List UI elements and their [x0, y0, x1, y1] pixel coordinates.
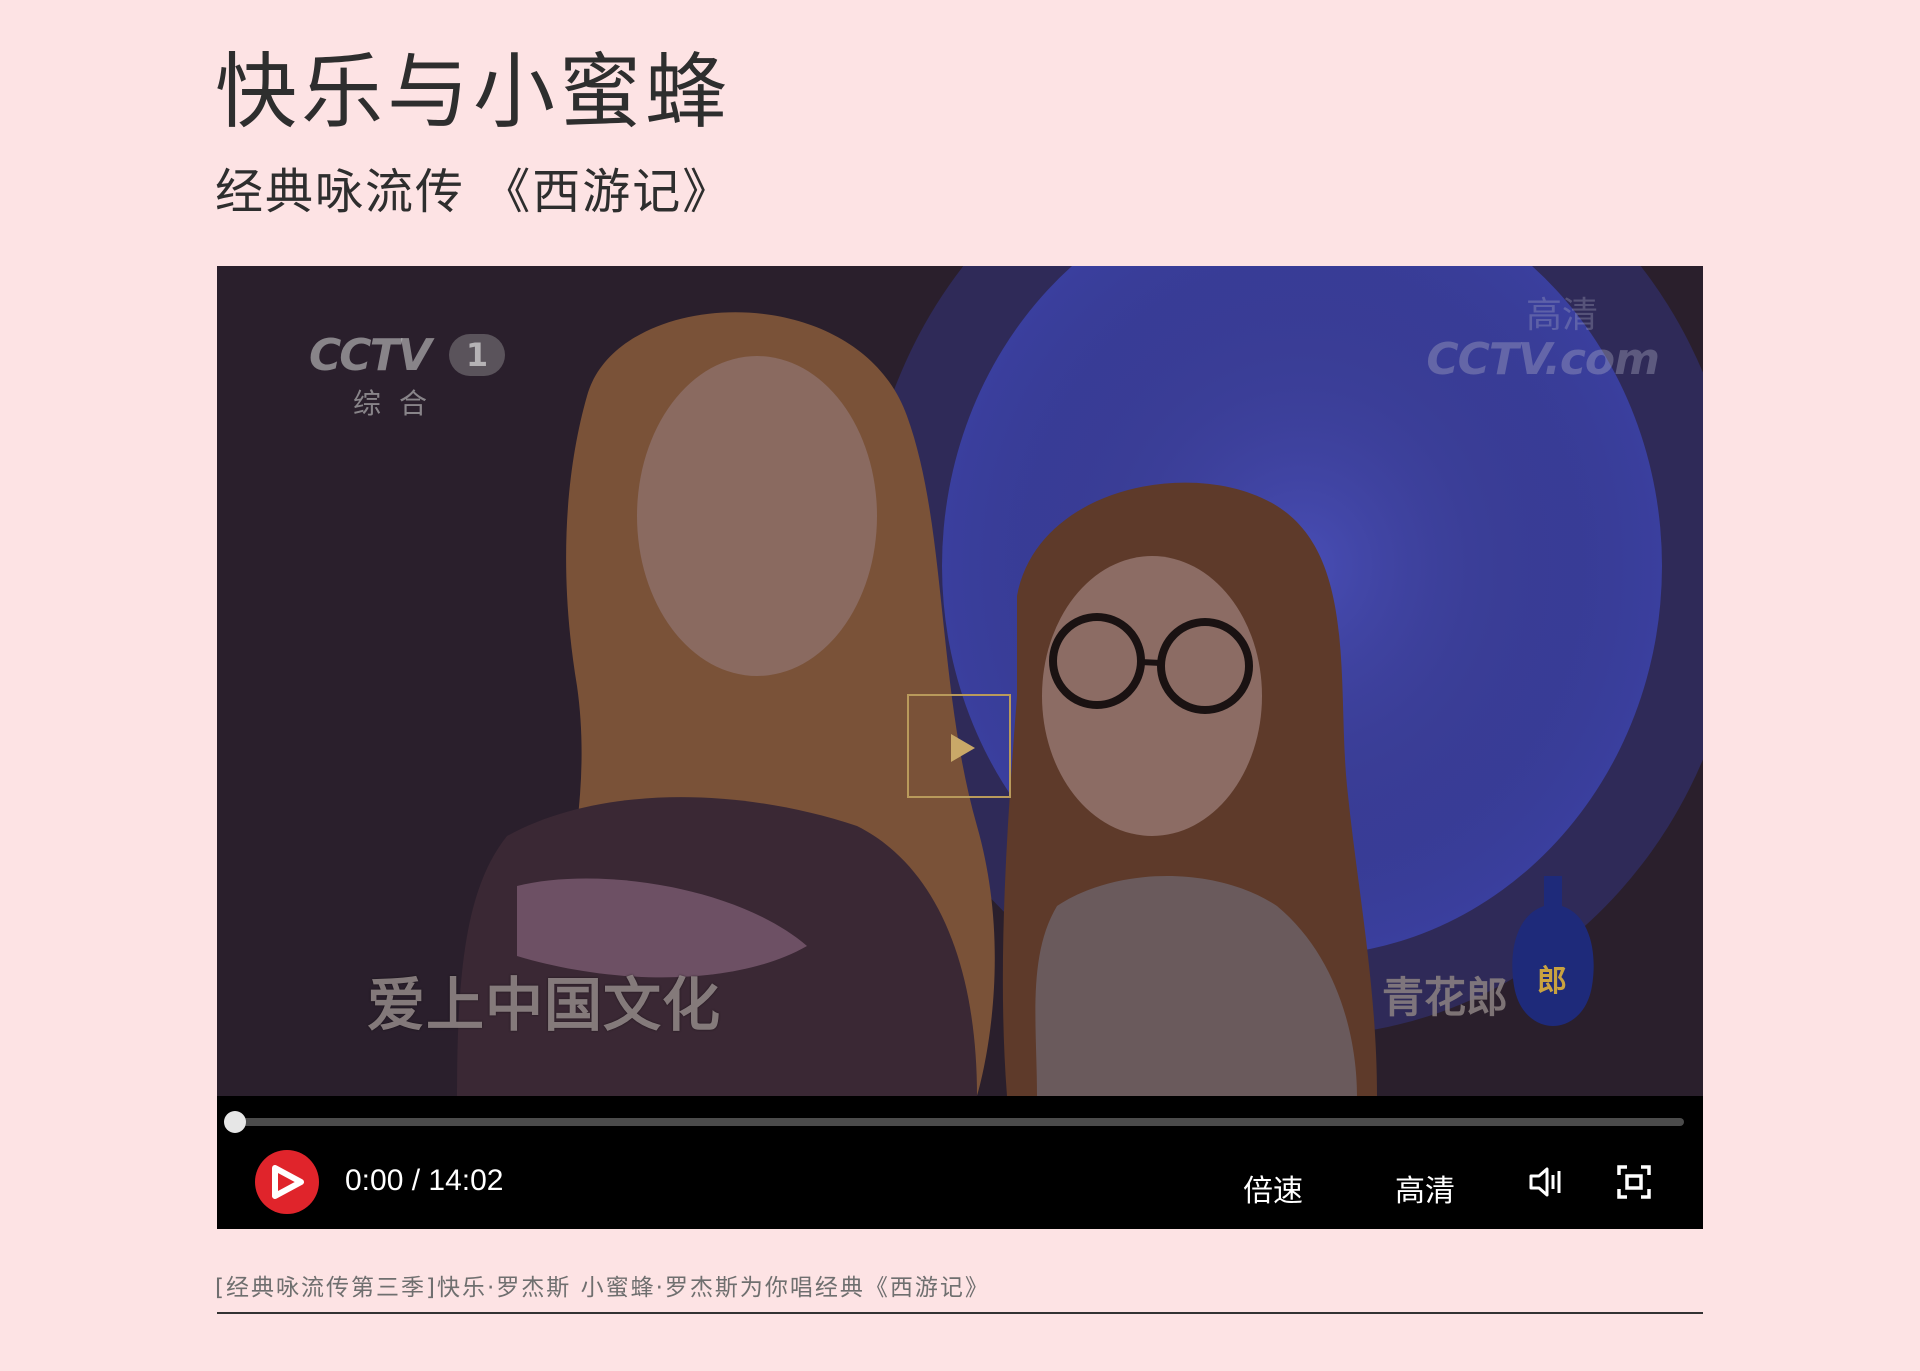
ad-bottle-char: 郎 — [1537, 964, 1567, 999]
time-display: 0:00 / 14:02 — [345, 1164, 504, 1197]
speed-button[interactable]: 倍速 — [1243, 1166, 1303, 1210]
divider — [217, 1312, 1703, 1314]
progress-knob[interactable] — [224, 1111, 246, 1133]
play-button[interactable] — [907, 694, 1011, 798]
play-icon — [951, 734, 975, 762]
play-logo-icon[interactable] — [253, 1148, 321, 1216]
progress-bar[interactable] — [234, 1118, 1684, 1126]
ad-brand-text: 青花郎 — [1382, 973, 1509, 1022]
cctv-channel-number: 1 — [449, 334, 505, 376]
control-bar: 0:00 / 14:02 倍速 高清 — [217, 1096, 1703, 1229]
cctv-logo-text: CCTV — [309, 330, 432, 381]
video-description: [经典咏流传第三季]快乐·罗杰斯 小蜜蜂·罗杰斯为你唱经典《西游记》 — [215, 1275, 990, 1301]
volume-icon[interactable] — [1527, 1164, 1563, 1200]
watermark-hd: 高清 — [1525, 295, 1598, 336]
page: 快乐与小蜜蜂 经典咏流传 《西游记》 CCTV 1 综合 高清 CCTV.com… — [0, 0, 1920, 1371]
video-caption: 爱上中国文化 — [367, 971, 722, 1039]
page-subtitle: 经典咏流传 《西游记》 — [215, 164, 733, 220]
quality-button[interactable]: 高清 — [1395, 1166, 1455, 1210]
video-player[interactable]: CCTV 1 综合 高清 CCTV.com 爱上中国文化 青花郎 郎 0:00 … — [217, 266, 1703, 1229]
cctv-channel-sub: 综合 — [353, 387, 446, 420]
page-title: 快乐与小蜜蜂 — [215, 45, 732, 140]
video-frame[interactable]: CCTV 1 综合 高清 CCTV.com 爱上中国文化 青花郎 郎 — [217, 266, 1703, 1096]
cctv-channel-logo: CCTV 1 综合 — [309, 330, 509, 420]
cctv-watermark: CCTV.com — [1426, 334, 1660, 385]
fullscreen-icon[interactable] — [1616, 1164, 1652, 1200]
